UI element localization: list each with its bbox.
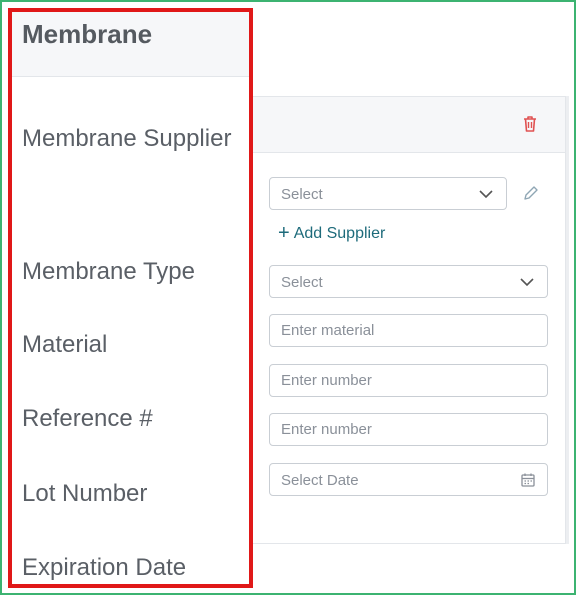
lot-number-input[interactable] (270, 414, 547, 445)
label-expiration-date: Expiration Date (22, 554, 187, 581)
section-header: Membrane (10, 9, 252, 77)
pencil-icon[interactable] (522, 184, 540, 202)
card-header (252, 97, 565, 153)
trash-icon[interactable] (521, 114, 539, 134)
membrane-type-select[interactable]: Select (269, 265, 548, 298)
expiration-date-placeholder: Select Date (281, 472, 359, 489)
calendar-icon (521, 473, 535, 487)
type-select-value: Select (281, 274, 323, 291)
label-membrane-type: Membrane Type (22, 258, 195, 285)
reference-field[interactable] (269, 364, 548, 397)
reference-input[interactable] (270, 365, 547, 396)
add-supplier-label: Add Supplier (293, 225, 386, 242)
plus-icon: + (278, 222, 290, 244)
label-column: Membrane Membrane Supplier Membrane Type… (10, 9, 252, 587)
label-lot-number: Lot Number (22, 480, 148, 507)
chevron-down-icon (520, 278, 534, 287)
label-material: Material (22, 331, 108, 358)
label-reference: Reference # (22, 405, 153, 432)
expiration-date-picker[interactable]: Select Date (269, 463, 548, 496)
membrane-supplier-select[interactable]: Select (269, 177, 507, 210)
supplier-select-value: Select (281, 186, 323, 203)
material-input[interactable] (270, 315, 547, 346)
chevron-down-icon (479, 190, 493, 199)
material-field[interactable] (269, 314, 548, 347)
scrollbar[interactable] (566, 96, 569, 544)
add-supplier-link[interactable]: + Add Supplier (278, 221, 385, 244)
section-title: Membrane (22, 19, 153, 49)
label-membrane-supplier: Membrane Supplier (22, 125, 232, 152)
lot-number-field[interactable] (269, 413, 548, 446)
